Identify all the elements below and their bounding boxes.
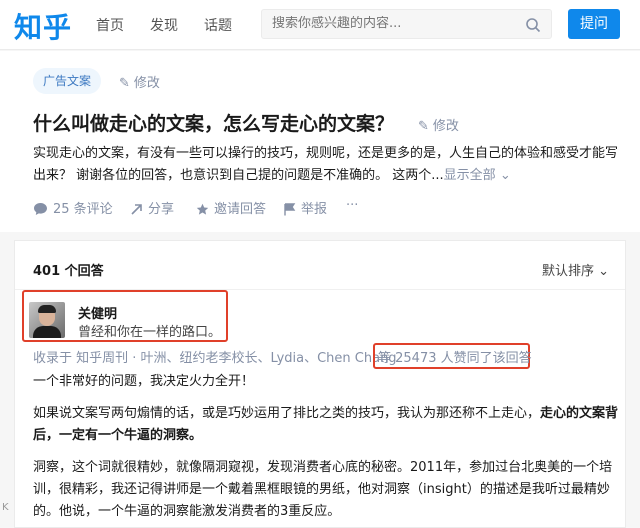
comments-label: 25 条评论 xyxy=(53,202,113,217)
sort-dropdown[interactable]: 默认排序 ⌄ xyxy=(542,260,609,279)
watermark-logo: K xyxy=(2,502,9,513)
topic-tag[interactable]: 广告文案 xyxy=(33,68,102,94)
description-text: 实现走心的文案，有没有一些可以操行的技巧，规则呢，还是更多的是，人生自己的体验和… xyxy=(33,146,619,183)
sort-label: 默认排序 xyxy=(541,264,594,279)
nav-home[interactable]: 首页 xyxy=(96,15,124,35)
share-label: 分享 xyxy=(148,202,175,217)
answer-paragraph-2: 如果说文案写两句煽情的话，或是巧妙运用了排比之类的技巧，我认为那还称不上走心，走… xyxy=(33,406,619,443)
question-card: 广告文案 ✎ 修改 什么叫做走心的文案，怎么写走心的文案？ ✎ 修改 实现走心的文案… xyxy=(0,51,640,232)
answer-count: 401 个回答 xyxy=(33,264,104,279)
author-name[interactable]: 关健明 xyxy=(78,303,117,322)
collected-by[interactable]: 收录于 知乎周刊 · 叶洲、纽约老李校长、Lydia、Chen Chang xyxy=(33,347,397,366)
top-navbar: 知乎 首页 发现 话题 提问 xyxy=(0,0,640,50)
more-options-button[interactable]: ··· xyxy=(346,198,358,213)
search-box[interactable] xyxy=(261,9,552,39)
answer-paragraph-1: 一个非常好的问题，我决定火力全开！ xyxy=(33,374,255,389)
question-description: 实现走心的文案，有没有一些可以操行的技巧，规则呢，还是更多的是，人生自己的体验和… xyxy=(33,143,629,187)
edit-question-link[interactable]: ✎ 修改 xyxy=(418,115,459,134)
avatar[interactable] xyxy=(29,302,65,338)
answers-card: 401 个回答 默认排序 ⌄ 关健明 曾经和你在一样的路口。 收录于 知乎周刊 … xyxy=(14,240,626,528)
report-button[interactable]: 举报 xyxy=(284,198,327,217)
edit-topics-link[interactable]: ✎ 修改 xyxy=(119,72,160,91)
ask-question-button[interactable]: 提问 xyxy=(568,9,620,39)
search-icon[interactable] xyxy=(525,17,541,33)
share-button[interactable]: 分享 xyxy=(130,198,174,217)
star-icon xyxy=(196,203,209,215)
chevron-down-icon: ⌄ xyxy=(598,264,609,279)
chevron-down-icon: ⌄ xyxy=(499,168,511,183)
pencil-icon: ✎ xyxy=(119,76,130,91)
question-title: 什么叫做走心的文案，怎么写走心的文案？ xyxy=(33,113,395,135)
pencil-icon: ✎ xyxy=(418,119,429,134)
show-all-link[interactable]: 显示全部 ⌄ xyxy=(444,168,511,183)
nav-topics[interactable]: 话题 xyxy=(204,15,232,35)
edit-label: 修改 xyxy=(432,119,459,134)
flag-icon xyxy=(284,203,296,216)
comment-icon xyxy=(34,203,47,215)
likes-count[interactable]: 等 25473 人赞同了该回答 xyxy=(378,347,532,366)
report-label: 举报 xyxy=(301,202,328,217)
author-bio: 曾经和你在一样的路口。 xyxy=(78,325,222,340)
invite-answer-button[interactable]: 邀请回答 xyxy=(196,198,266,217)
zhihu-logo[interactable]: 知乎 xyxy=(14,6,72,46)
comments-button[interactable]: 25 条评论 xyxy=(33,198,113,217)
share-icon xyxy=(131,204,142,215)
answer-paragraph-3: 洞察，这个词就很精妙，就像隔洞窥视，发现消费者心底的秘密。2011年，参加过台北… xyxy=(33,460,613,519)
search-input[interactable] xyxy=(272,16,512,31)
edit-label: 修改 xyxy=(133,76,160,91)
nav-discover[interactable]: 发现 xyxy=(150,15,178,35)
invite-label: 邀请回答 xyxy=(214,202,267,217)
